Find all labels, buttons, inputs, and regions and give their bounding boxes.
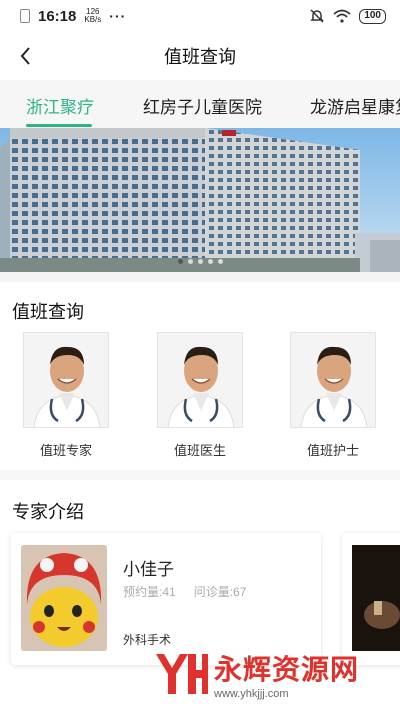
page-title: 值班查询	[164, 47, 236, 67]
hospital-building-image	[0, 128, 400, 272]
duty-expert-label: 值班专家	[39, 443, 92, 458]
more-notifications: ···	[109, 8, 127, 24]
section-divider	[0, 272, 400, 282]
duty-expert-button[interactable]: 值班专家	[23, 332, 109, 459]
duty-section-title: 值班查询	[12, 302, 84, 322]
sim-icon	[20, 9, 30, 23]
tab-hongfangzi-childrens-hospital[interactable]: 红房子儿童医院	[143, 93, 262, 118]
duty-nurse-label: 值班护士	[306, 443, 359, 458]
doctor-photo	[290, 332, 376, 428]
section-divider	[0, 470, 400, 480]
expert-stats: 预约量:41 问诊量:67	[123, 583, 246, 600]
hospital-banner[interactable]	[0, 128, 400, 272]
expert-avatar	[21, 545, 107, 651]
back-icon[interactable]	[14, 42, 42, 70]
tab-longyou-qixing-rehab[interactable]: 龙游启星康复	[310, 93, 400, 118]
pagination-dot	[197, 259, 203, 264]
watermark-logo-icon	[156, 654, 208, 694]
doctor-photo	[157, 332, 243, 428]
status-bar: 16:18 126 KB/s ··· 100	[0, 0, 400, 32]
watermark: 永辉资源网 www.yhkjjj.com	[150, 648, 400, 700]
watermark-brand: 永辉资源网	[214, 654, 360, 685]
duty-nurse-button[interactable]: 值班护士	[290, 332, 376, 459]
expert-avatar	[352, 545, 400, 651]
watermark-url: www.yhkjjj.com	[214, 688, 289, 700]
expert-card-next[interactable]	[342, 533, 400, 665]
banner-pagination	[0, 259, 400, 264]
active-tab-indicator	[26, 124, 92, 127]
pagination-dot	[217, 259, 223, 264]
mute-icon	[310, 9, 325, 23]
header: 值班查询	[0, 32, 400, 80]
duty-doctor-button[interactable]: 值班医生	[157, 332, 243, 459]
hospital-tabs: 浙江聚疗 红房子儿童医院 龙游启星康复	[0, 80, 400, 128]
battery-indicator: 100	[359, 8, 386, 24]
tab-zhejiang-juliao[interactable]: 浙江聚疗	[26, 93, 94, 118]
expert-department: 外科手术	[123, 633, 172, 647]
pagination-dot	[187, 259, 193, 264]
status-time: 16:18	[38, 7, 77, 25]
appointment-count: 预约量:41	[123, 585, 176, 599]
duty-doctor-label: 值班医生	[173, 443, 226, 458]
pagination-dot	[207, 259, 213, 264]
net-speed-unit: KB/s	[84, 15, 102, 24]
wifi-icon	[333, 9, 351, 23]
expert-section-title: 专家介绍	[12, 502, 84, 522]
expert-card[interactable]: 小佳子 预约量:41 问诊量:67 外科手术	[11, 533, 321, 665]
expert-name: 小佳子	[123, 560, 174, 579]
pagination-dot	[177, 259, 183, 264]
consultation-count: 问诊量:67	[193, 585, 247, 599]
net-speed: 126 KB/s	[84, 8, 101, 24]
doctor-photo	[23, 332, 109, 428]
